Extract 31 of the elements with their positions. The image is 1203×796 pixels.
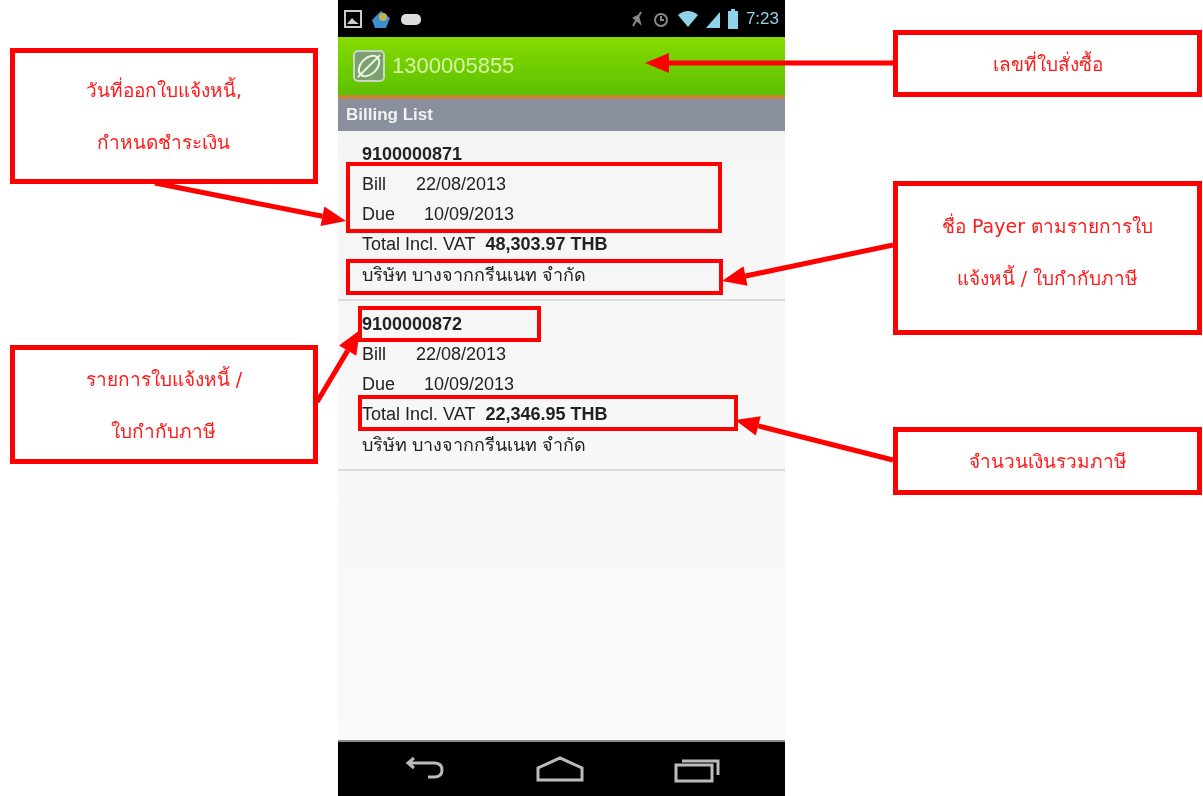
status-time: 7:23	[745, 8, 779, 29]
callout-text: ชื่อ Payer ตามรายการใบ แจ้งหนี้ / ใบกำกับภาษี	[941, 212, 1154, 291]
payer-name: บริษัท บางจากกรีนเนท จำกัด	[362, 433, 586, 457]
bill-date: 22/08/2013	[416, 343, 507, 365]
payer-name: บริษัท บางจากกรีนเนท จำกัด	[362, 263, 586, 287]
field-label: Total Incl. VAT	[362, 403, 476, 425]
total-amount: 48,303.97 THB	[485, 233, 608, 255]
total-amount: 22,346.95 THB	[485, 403, 608, 425]
callout-text: รายการใบแจ้งหนี้ / ใบกำกับภาษี	[85, 365, 243, 444]
callout-text: จำนวนเงินรวมภาษี	[968, 449, 1127, 474]
section-header: Billing List	[338, 99, 785, 131]
field-label: Bill	[362, 173, 387, 195]
callout-text: เลขที่ใบสั่งซื้อ	[992, 50, 1103, 77]
back-icon[interactable]	[403, 756, 446, 782]
field-label: Bill	[362, 343, 387, 365]
field-label: Due	[362, 203, 397, 225]
due-date: 10/09/2013	[424, 373, 515, 395]
image-icon	[344, 9, 362, 28]
battery-icon	[727, 8, 738, 29]
bill-number: 9100000871	[362, 143, 463, 165]
wifi-icon	[677, 9, 698, 28]
bill-number: 9100000872	[362, 313, 463, 335]
field-label: Due	[362, 373, 397, 395]
leaf-icon	[352, 49, 386, 83]
order-number: 1300005855	[392, 53, 515, 79]
home-icon[interactable]	[535, 756, 584, 782]
due-date: 10/09/2013	[424, 203, 515, 225]
mute-icon	[629, 9, 644, 28]
callout-text: วันที่ออกใบแจ้งหนี้, กำหนดชำระเงิน	[85, 76, 242, 155]
field-label: Total Incl. VAT	[362, 233, 476, 255]
bill-date: 22/08/2013	[416, 173, 507, 195]
